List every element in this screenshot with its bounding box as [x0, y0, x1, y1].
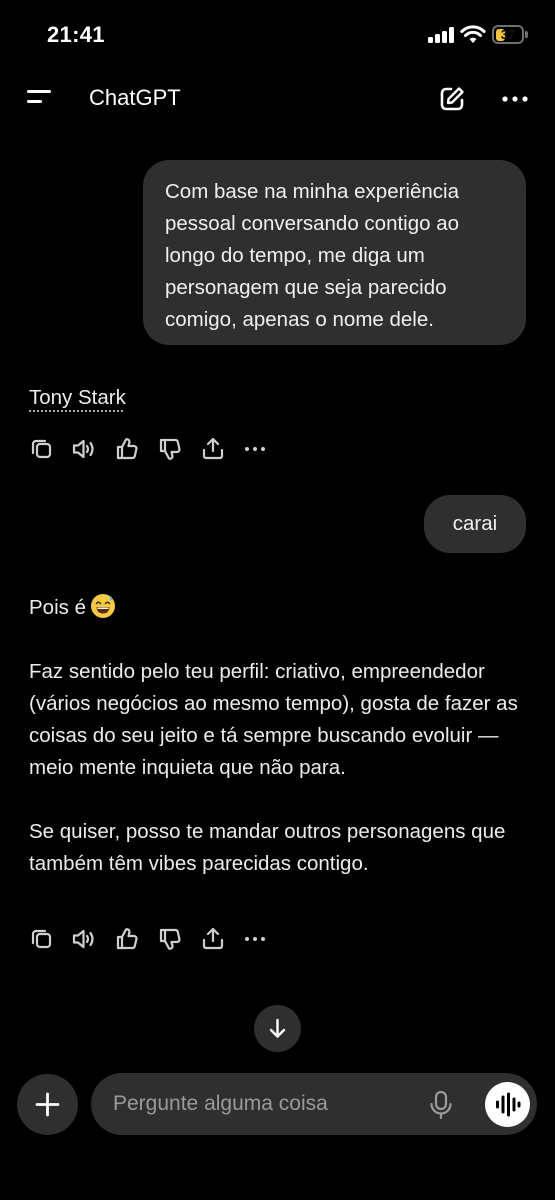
microphone-icon[interactable]	[428, 1090, 454, 1120]
message-input[interactable]	[113, 1073, 413, 1135]
thumbs-up-icon[interactable]	[114, 436, 140, 462]
message-actions	[29, 436, 289, 464]
user-message: carai	[424, 495, 526, 553]
assistant-message: Pois é Faz sentido pelo teu perfil: cria…	[29, 592, 529, 912]
plus-icon	[35, 1092, 60, 1117]
reply-paragraph: Se quiser, posso te mandar outros person…	[29, 820, 506, 875]
read-aloud-icon[interactable]	[71, 926, 97, 952]
signal-icon	[428, 27, 454, 43]
more-icon[interactable]	[242, 436, 268, 462]
battery-level: 37	[500, 27, 516, 42]
app-header: ChatGPT	[0, 72, 555, 124]
new-chat-icon[interactable]	[438, 85, 466, 113]
status-time: 21:41	[47, 22, 105, 47]
add-attachment-button[interactable]	[17, 1074, 78, 1135]
status-bar: 21:41 37	[0, 0, 555, 70]
battery-icon: 37	[492, 25, 528, 44]
thumbs-up-icon[interactable]	[114, 926, 140, 952]
reply-line: Pois é	[29, 592, 529, 624]
app-title: ChatGPT	[89, 85, 181, 110]
arrow-down-icon	[269, 1018, 286, 1038]
wifi-icon	[460, 25, 486, 43]
menu-icon[interactable]	[27, 86, 53, 108]
thumbs-down-icon[interactable]	[157, 926, 183, 952]
more-icon[interactable]	[242, 926, 268, 952]
message-actions	[29, 926, 289, 954]
read-aloud-icon[interactable]	[71, 436, 97, 462]
voice-waveform-icon	[496, 1092, 521, 1117]
voice-mode-button[interactable]	[485, 1082, 530, 1127]
scroll-to-bottom-button[interactable]	[254, 1005, 301, 1052]
copy-icon[interactable]	[29, 436, 55, 462]
assistant-message: Tony Stark	[29, 386, 126, 409]
copy-icon[interactable]	[29, 926, 55, 952]
composer	[91, 1073, 537, 1135]
grinning-sweat-emoji	[90, 594, 115, 618]
thumbs-down-icon[interactable]	[157, 436, 183, 462]
user-message: Com base na minha experiência pessoal co…	[143, 160, 526, 345]
share-icon[interactable]	[200, 926, 226, 952]
reply-paragraph: Faz sentido pelo teu perfil: criativo, e…	[29, 660, 518, 779]
share-icon[interactable]	[200, 436, 226, 462]
more-options-icon[interactable]	[500, 84, 530, 114]
